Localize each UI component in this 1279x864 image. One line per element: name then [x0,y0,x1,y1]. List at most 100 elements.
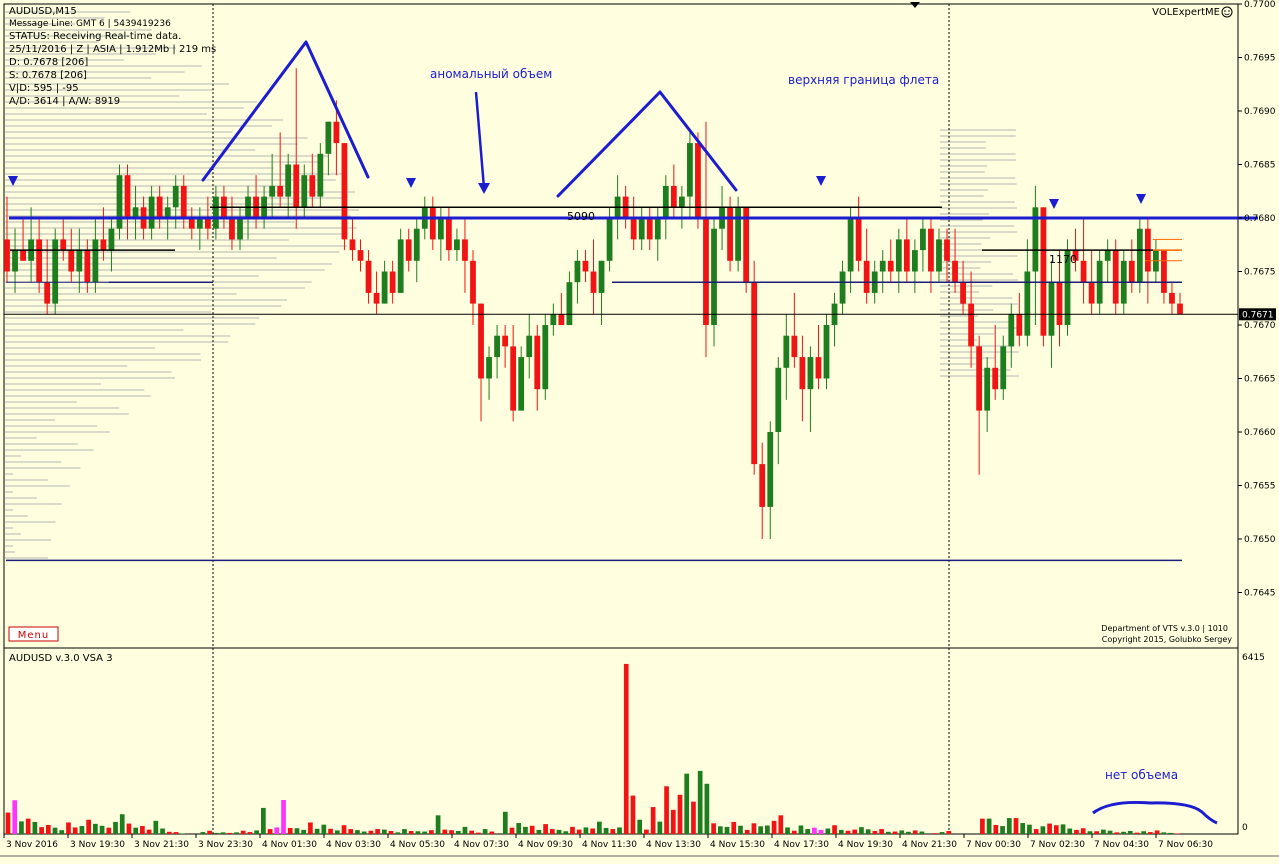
candle-bull [735,207,742,261]
price-chart-svg[interactable]: 0.7700 0.7695 0.7690 0.7685 0.7680 0.7675 0.76… [0,0,1279,860]
menu-button[interactable]: Menu [8,626,59,642]
volume-bar [885,831,891,834]
candle-bear [309,175,316,197]
annotation-no-volume: нет объема [1105,768,1178,782]
volume-bar [240,830,246,834]
candle-bear [357,250,364,261]
candle-bear [944,239,950,261]
volume-bar [267,829,273,834]
volume-bar [576,829,582,834]
volume-bar [832,825,837,834]
info-s: S: 0.7678 [206] [9,70,87,81]
volume-bar [1000,826,1005,834]
volume-bar [1134,832,1140,834]
info-ad: A/D: 3614 | A/W: 8919 [9,96,120,107]
volume-bar [287,827,293,834]
candle-bear [590,271,597,293]
candle-bull [148,196,155,229]
candle-bear [558,314,565,325]
y-tick-label: 0.7670 [1244,321,1276,331]
volume-bar [429,830,434,834]
candle-bull [895,239,902,272]
volume-bar [1127,830,1133,834]
volume-bar [1053,825,1059,834]
volume-bar [321,824,327,834]
candle-bull [92,239,99,283]
volume-bar [670,809,676,834]
volume-bar [845,830,851,834]
candle-bear [903,239,910,272]
candle-bear [727,207,733,261]
volume-pane-frame [3,647,1239,835]
candle-bear [630,218,637,240]
volume-bar [52,827,58,834]
candle-bull [1008,314,1015,347]
signal-triangle-icon [8,176,18,186]
candle-bull [1048,282,1055,336]
candle-bear [992,367,999,390]
signal-triangle-icon [1136,194,1146,204]
candle-bear [1016,314,1023,336]
volume-bar [361,831,367,834]
volume-bar [32,821,38,834]
volume-bar [294,828,300,834]
volume-bar [220,832,226,834]
candle-bear [156,196,163,218]
smiley-icon [1221,6,1233,18]
volume-bar [119,814,125,834]
volume-bar [314,828,320,834]
volume-bar [529,825,535,834]
volume-bar [603,827,609,834]
candle-bear [405,239,412,261]
volume-bar [731,821,737,834]
candle-bull [486,357,492,379]
volume-bar [825,828,831,834]
candle-bull [687,143,693,197]
candle-bull [1000,346,1007,390]
volume-bar [254,830,259,834]
candle-bull [678,196,685,208]
candle-bull [920,228,926,251]
candle-bear [952,260,958,283]
volume-bar [563,831,569,834]
volume-bar [166,831,172,834]
volume-bar [1040,826,1046,834]
volume-bar [1107,830,1113,834]
volume-bar [328,828,333,834]
volume-bar [1027,824,1032,834]
volume-bar [623,663,629,834]
volume-bar [1013,818,1019,834]
x-tick-label: 4 Nov 09:30 [518,840,573,850]
volume-bar [45,824,51,834]
candle-bull [494,335,500,358]
volume-bar [395,832,401,834]
candle-bear [960,282,966,304]
arrow-head-icon [478,183,490,194]
candle-bear [470,260,476,304]
volume-bar [113,821,118,834]
x-tick-label: 4 Nov 07:30 [454,840,509,850]
x-tick-label: 4 Nov 01:30 [262,840,317,850]
volume-bar [173,832,179,834]
candle-bear [229,218,235,240]
x-tick-label: 4 Nov 21:30 [902,840,957,850]
candle-bear [4,239,10,272]
candle-bear [1161,250,1167,293]
volume-bar [664,786,669,834]
volume-bar [1141,831,1147,834]
info-d: D: 0.7678 [206] [9,57,88,68]
volume-bar [72,827,78,834]
candle-bear [887,260,894,272]
volume-bar [140,826,145,834]
volume-bar [509,827,515,834]
level-label-1170: 1170 [1049,253,1077,266]
volume-bar [375,829,380,834]
volume-bar [402,829,407,834]
volume-bar [892,831,898,834]
volume-bar [704,783,710,834]
volume-bar [1101,829,1106,834]
volume-bar [597,821,602,834]
volume-bar [644,829,649,834]
candle-bear [510,346,517,411]
volume-bar [711,823,716,834]
